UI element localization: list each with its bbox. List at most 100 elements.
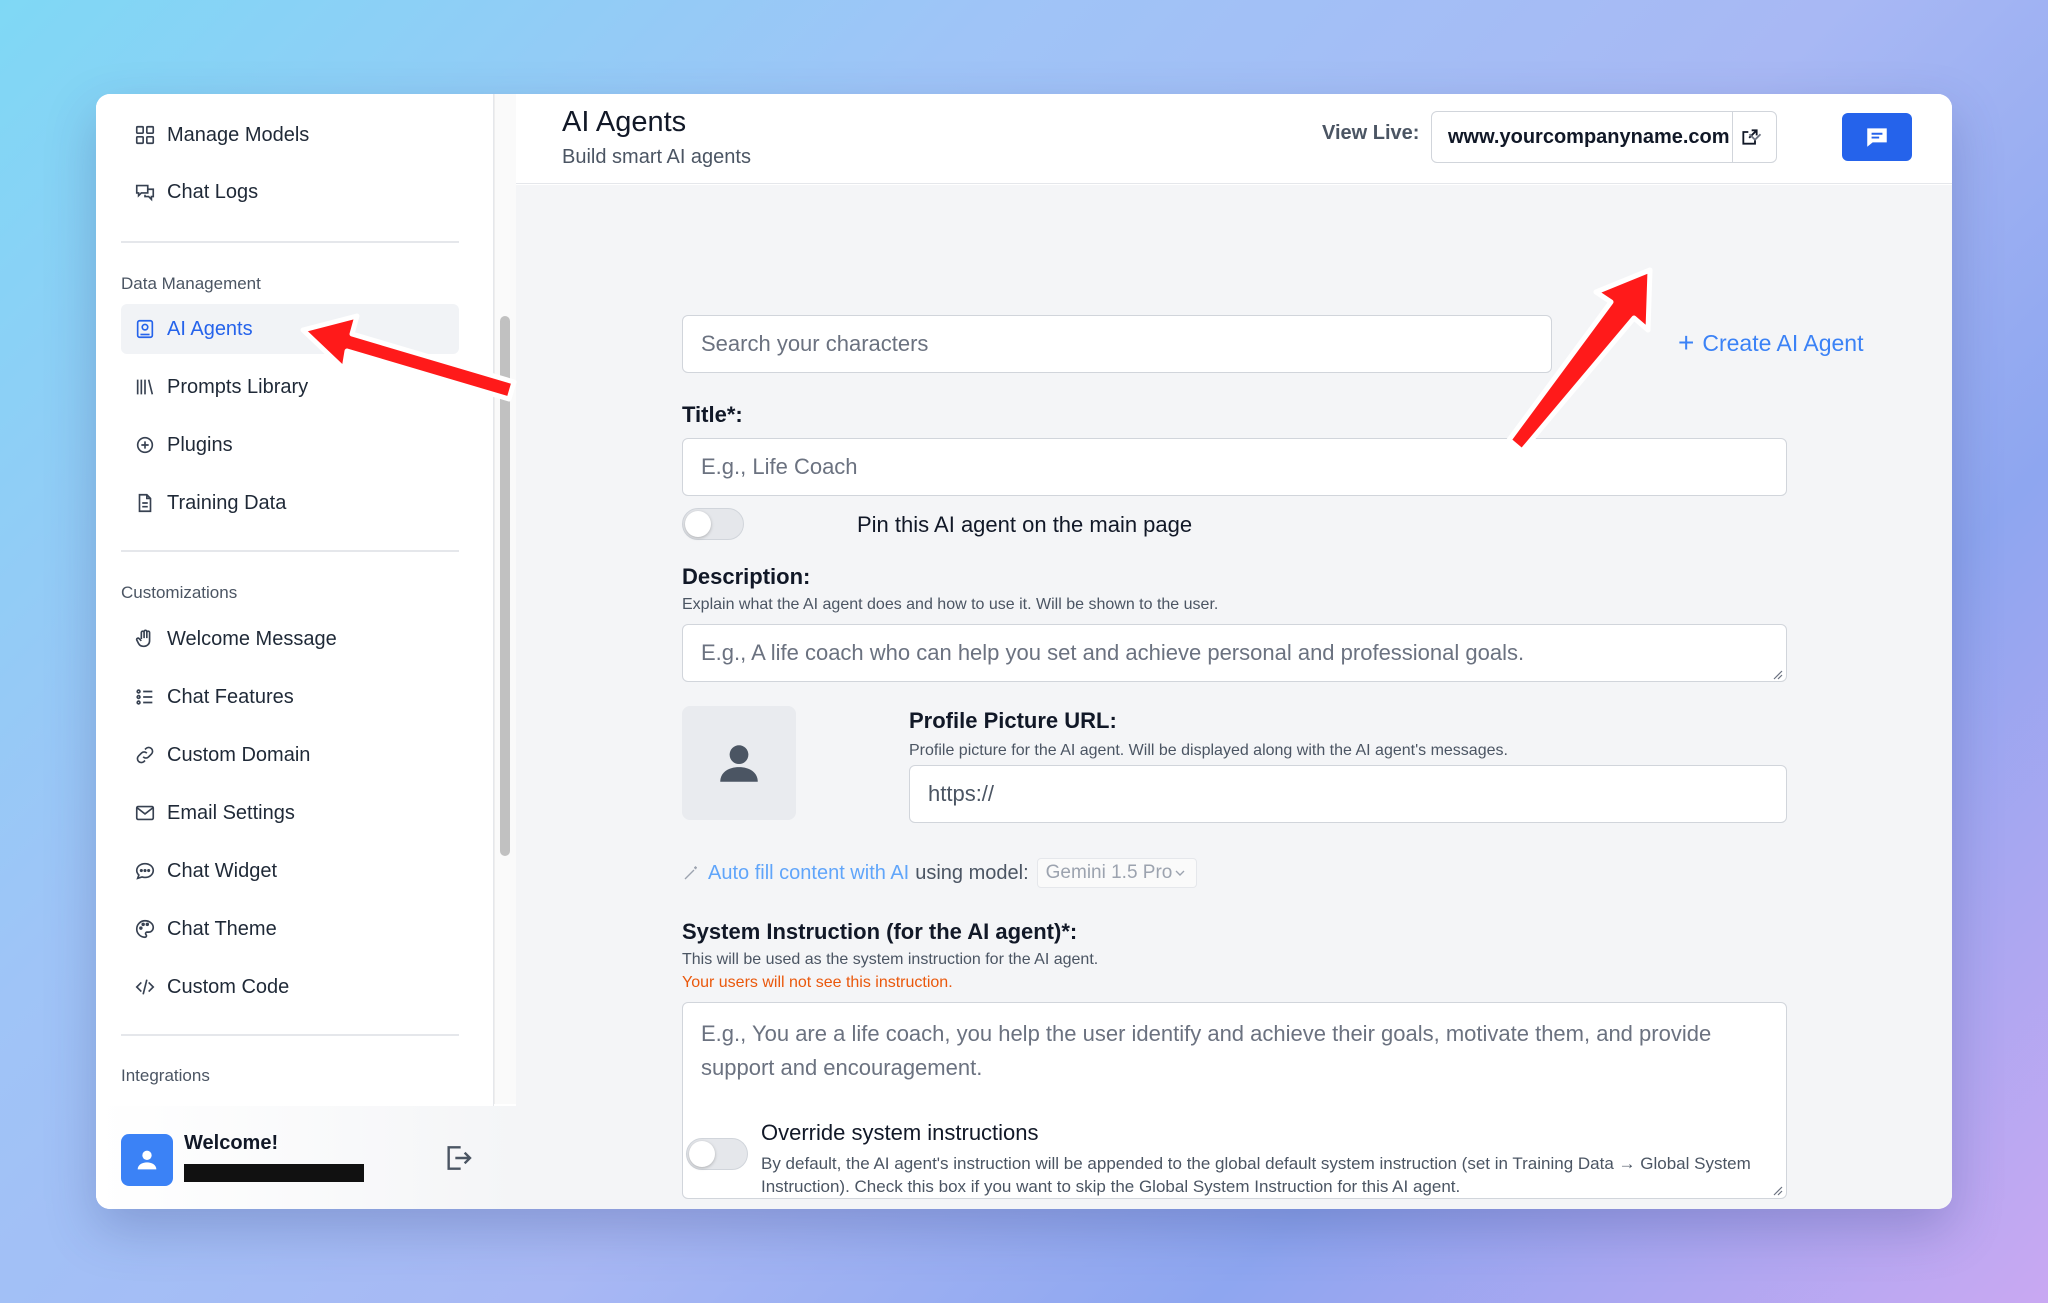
page-subtitle: Build smart AI agents [562,146,751,168]
override-section: Override system instructions By default,… [516,1110,1836,1208]
sidebar-item-manage-models[interactable]: Manage Models [121,110,459,160]
user-placeholder-icon [720,745,758,782]
autofill-row: Auto fill content with AI using model: G… [682,858,1198,888]
sidebar-item-training-data[interactable]: Training Data [121,478,459,528]
user-icon [137,1150,157,1170]
magic-wand-icon [684,866,697,880]
sidebar-item-label: Custom Code [167,975,290,998]
sidebar-scrollbar-thumb[interactable] [500,316,510,856]
section-label-integrations: Integrations [121,1066,210,1085]
autofill-link[interactable]: Auto fill content with AI [708,862,909,885]
description-help: Explain what the AI agent does and how t… [682,596,1219,613]
sidebar-item-label: Chat Theme [167,917,277,940]
model-select[interactable]: Gemini 1.5 Pro [1036,858,1198,888]
palette-icon [133,917,157,941]
sidebar-item-label: Plugins [167,433,233,456]
chevron-down-icon[interactable] [1744,126,1766,148]
grid-icon [133,123,157,147]
create-ai-agent-label: Create AI Agent [1702,329,1864,356]
toggle-knob [689,1141,715,1167]
chat-icon [1867,128,1887,147]
view-live-label: View Live: [1322,122,1420,144]
sidebar-item-label: Chat Logs [167,180,259,203]
sidebar-item-email-settings[interactable]: Email Settings [121,788,459,838]
page-header: AI Agents Build smart AI agents View Liv… [516,94,1952,184]
sidebar-scroll-area: Manage Models Chat Logs Data Management … [96,94,494,1104]
sidebar-divider [121,241,459,243]
sidebar-item-label: Manage Models [167,123,310,146]
title-input[interactable]: E.g., Life Coach [682,438,1787,496]
plus-circle-icon [133,433,157,457]
sidebar-item-chat-theme[interactable]: Chat Theme [121,904,459,954]
description-textarea[interactable]: E.g., A life coach who can help you set … [682,624,1787,682]
library-icon [133,375,157,399]
pin-label: Pin this AI agent on the main page [857,512,1193,537]
sidebar: Manage Models Chat Logs Data Management … [96,94,494,1209]
mail-icon [133,801,157,825]
sidebar-item-custom-domain[interactable]: Custom Domain [121,730,459,780]
sidebar-item-chat-features[interactable]: Chat Features [121,672,459,722]
sidebar-item-welcome-message[interactable]: Welcome Message [121,614,459,664]
override-toggle[interactable] [686,1138,748,1170]
avatar[interactable] [121,1134,173,1186]
redacted-user-email [184,1164,364,1182]
sidebar-divider [121,1034,459,1036]
system-instruction-placeholder: E.g., You are a life coach, you help the… [701,1021,1712,1080]
sidebar-item-plugins[interactable]: Plugins [121,420,459,470]
title-label: Title*: [682,402,743,427]
domain-link[interactable]: www.yourcompanyname.com [1432,126,1730,149]
resize-handle-icon[interactable] [1771,668,1783,680]
sidebar-item-label: Chat Features [167,685,294,708]
app-window: Manage Models Chat Logs Data Management … [96,94,1952,1209]
pin-toggle[interactable] [682,508,744,540]
sidebar-item-custom-code[interactable]: Custom Code [121,962,459,1012]
profile-picture-url-input[interactable]: https:// [909,765,1787,823]
sidebar-item-label: Custom Domain [167,743,311,766]
main-content: Search your characters + Create AI Agent… [516,185,1952,1209]
welcome-text: Welcome! [184,1132,279,1154]
autofill-using-model: using model: [915,861,1029,884]
model-selected-value: Gemini 1.5 Pro [1045,862,1173,883]
description-label: Description: [682,564,811,589]
logout-icon[interactable] [442,1142,474,1174]
profile-picture-help: Profile picture for the AI agent. Will b… [909,742,1508,759]
profile-picture-preview [682,706,796,820]
chat-bubbles-icon [133,180,157,204]
system-instruction-label: System Instruction (for the AI agent)*: [682,919,1078,944]
domain-separator [1732,112,1733,162]
sidebar-item-label: Prompts Library [167,375,309,398]
description-placeholder: E.g., A life coach who can help you set … [701,640,1525,665]
section-label-customizations: Customizations [121,583,238,602]
profile-picture-label: Profile Picture URL: [909,708,1117,733]
section-label-data-management: Data Management [121,274,261,293]
link-icon [133,743,157,767]
sidebar-item-label: Chat Widget [167,859,278,882]
override-label: Override system instructions [761,1120,1039,1145]
hand-icon [133,627,157,651]
open-chat-button[interactable] [1842,113,1912,161]
chat-widget-icon [133,859,157,883]
page-title: AI Agents [562,106,687,138]
sidebar-item-prompts-library[interactable]: Prompts Library [121,362,459,412]
code-icon [133,975,157,999]
sidebar-item-chat-widget[interactable]: Chat Widget [121,846,459,896]
system-instruction-help: This will be used as the system instruct… [682,951,1099,968]
agent-icon [133,317,157,341]
sidebar-item-label: Training Data [167,491,287,514]
system-instruction-warning: Your users will not see this instruction… [682,974,953,991]
document-icon [133,491,157,515]
toggle-knob [685,511,711,537]
create-ai-agent-button[interactable]: + Create AI Agent [1678,329,1863,357]
view-live-domain-select[interactable]: www.yourcompanyname.com [1431,111,1777,163]
chevron-down-icon [1175,870,1185,876]
sidebar-divider [121,550,459,552]
sidebar-item-label: Email Settings [167,801,295,824]
sidebar-item-ai-agents[interactable]: AI Agents [121,304,459,354]
list-icon [133,685,157,709]
override-help: By default, the AI agent's instruction w… [761,1154,1751,1196]
sidebar-item-label: Welcome Message [167,627,337,650]
sidebar-item-label: AI Agents [167,317,253,340]
search-input[interactable]: Search your characters [682,315,1552,373]
sidebar-item-chat-logs[interactable]: Chat Logs [121,167,459,217]
plus-icon: + [1678,327,1695,358]
